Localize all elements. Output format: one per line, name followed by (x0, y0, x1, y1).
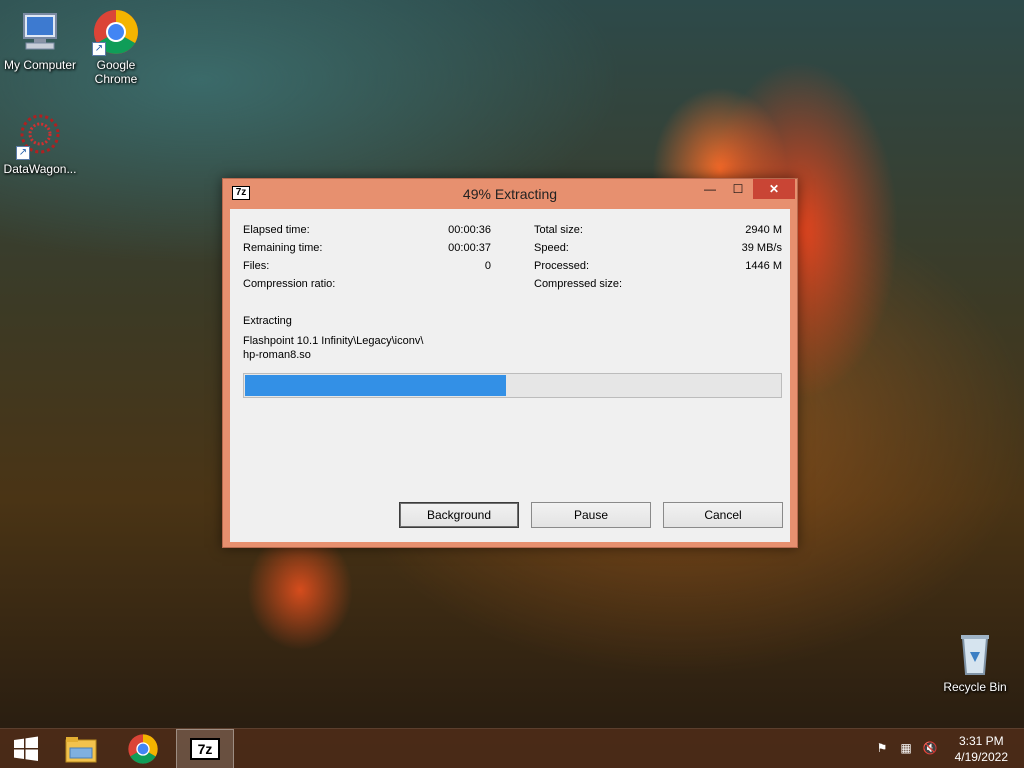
stat-label: Total size: (534, 224, 583, 236)
shortcut-arrow-icon: ↗ (92, 42, 106, 56)
stat-compression-ratio: Compression ratio: (243, 277, 491, 291)
desktop-icon-label: My Computer (3, 58, 77, 72)
stat-label: Remaining time: (243, 242, 323, 254)
operation-label: Extracting (243, 315, 292, 327)
shortcut-arrow-icon: ↗ (16, 146, 30, 160)
chrome-icon: ↗ (92, 8, 140, 56)
stat-value: 00:00:36 (448, 224, 491, 236)
desktop-icon-label: Recycle Bin (943, 680, 1007, 694)
desktop-icon-my-computer[interactable]: My Computer (0, 8, 80, 72)
computer-icon (16, 8, 64, 56)
clock-time: 3:31 PM (958, 734, 1004, 748)
file-explorer-icon (65, 737, 97, 763)
stat-total-size: Total size: 2940 M (534, 223, 782, 237)
stat-processed: Processed: 1446 M (534, 259, 782, 273)
desktop-icon-datawagon[interactable]: ↗ DataWagon... (0, 112, 80, 176)
network-icon[interactable]: ▦ (898, 741, 914, 757)
cancel-button[interactable]: Cancel (663, 502, 783, 528)
progress-bar-fill (245, 375, 507, 396)
stat-value: 00:00:37 (448, 242, 491, 254)
stat-remaining-time: Remaining time: 00:00:37 (243, 241, 491, 255)
dialog-content: Elapsed time: 00:00:36 Remaining time: 0… (230, 209, 790, 542)
stat-value: 0 (484, 260, 491, 272)
volume-muted-icon[interactable]: 🔇 (922, 741, 938, 757)
stat-files: Files: 0 (243, 259, 491, 273)
7zip-icon: 7z (190, 738, 220, 760)
dialog-titlebar[interactable]: 7z 49% Extracting — ☐ ✕ (223, 179, 797, 209)
desktop-icon-label: DataWagon... (3, 162, 77, 176)
extract-progress-dialog: 7z 49% Extracting — ☐ ✕ Elapsed time: 00… (222, 178, 798, 548)
taskbar-7zip[interactable]: 7z (176, 729, 234, 768)
stat-label: Compression ratio: (243, 278, 336, 290)
current-file-path: Flashpoint 10.1 Infinity\Legacy\iconv\ (243, 335, 424, 347)
stat-speed: Speed: 39 MB/s (534, 241, 782, 255)
recycle-bin-icon (951, 630, 999, 678)
stat-label: Compressed size: (534, 278, 623, 290)
stat-label: Elapsed time: (243, 224, 310, 236)
stat-value: 1446 M (745, 260, 782, 272)
stat-label: Files: (243, 260, 270, 272)
action-center-flag-icon[interactable]: ⚑ (874, 741, 890, 757)
pause-button[interactable]: Pause (531, 502, 651, 528)
stat-elapsed-time: Elapsed time: 00:00:36 (243, 223, 491, 237)
chrome-icon (128, 734, 158, 764)
taskbar-file-explorer[interactable] (55, 729, 107, 768)
close-button[interactable]: ✕ (753, 179, 795, 199)
stat-value: 39 MB/s (741, 242, 782, 254)
taskbar-chrome[interactable] (117, 729, 169, 768)
stat-value: 2940 M (745, 224, 782, 236)
start-button[interactable] (0, 729, 52, 768)
clock[interactable]: 3:31 PM 4/19/2022 (955, 733, 1008, 765)
stat-label: Speed: (534, 242, 569, 254)
desktop-icon-label: Google Chrome (94, 58, 138, 86)
minimize-button[interactable]: — (697, 179, 723, 199)
stat-label: Processed: (534, 260, 590, 272)
current-file-name: hp-roman8.so (243, 349, 311, 361)
maximize-button[interactable]: ☐ (725, 179, 751, 199)
desktop-icon-google-chrome[interactable]: ↗ Google Chrome (76, 8, 156, 86)
taskbar: 7z ⚑ ▦ 🔇 3:31 PM 4/19/2022 (0, 728, 1024, 768)
background-button[interactable]: Background (399, 502, 519, 528)
desktop-icon-recycle-bin[interactable]: Recycle Bin (935, 630, 1015, 694)
stat-compressed-size: Compressed size: (534, 277, 782, 291)
progress-bar (243, 373, 782, 398)
start-icon (14, 736, 38, 761)
clock-date: 4/19/2022 (954, 750, 1008, 764)
datawagon-icon: ↗ (16, 112, 64, 160)
